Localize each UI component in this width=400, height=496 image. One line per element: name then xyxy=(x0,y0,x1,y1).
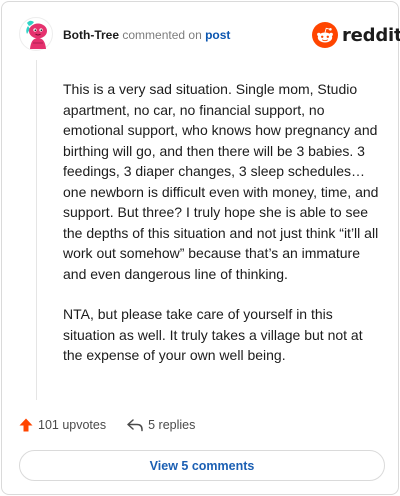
comment-header: Both-Tree commented on post xyxy=(63,28,230,42)
reddit-logo[interactable]: reddit xyxy=(312,22,400,48)
reddit-wordmark: reddit xyxy=(342,24,400,46)
upvote-button[interactable]: 101 upvotes xyxy=(18,417,106,433)
comment-card: Both-Tree commented on post reddit This … xyxy=(1,1,400,495)
comment-paragraph: NTA, but please take care of yourself in… xyxy=(63,306,363,363)
upvote-arrow-icon xyxy=(19,418,33,432)
comment-body: This is a very sad situation. Single mom… xyxy=(63,79,379,366)
comment-author[interactable]: Both-Tree xyxy=(63,28,119,42)
thread-line xyxy=(36,60,37,400)
comment-paragraph: This is a very sad situation. Single mom… xyxy=(63,81,379,282)
post-link[interactable]: post xyxy=(205,28,230,42)
replies-button[interactable]: 5 replies xyxy=(126,417,195,433)
snoo-avatar-icon xyxy=(19,17,53,51)
comment-actions: 101 upvotes 5 replies xyxy=(18,415,195,435)
reply-count: 5 replies xyxy=(148,418,196,432)
view-comments-button[interactable]: View 5 comments xyxy=(19,450,385,481)
upvote-count: 101 upvotes xyxy=(38,418,107,432)
reply-arrow-icon xyxy=(127,419,143,432)
comment-action-text: commented on xyxy=(122,28,202,42)
user-avatar[interactable] xyxy=(19,17,53,51)
reddit-logo-icon xyxy=(312,22,338,48)
